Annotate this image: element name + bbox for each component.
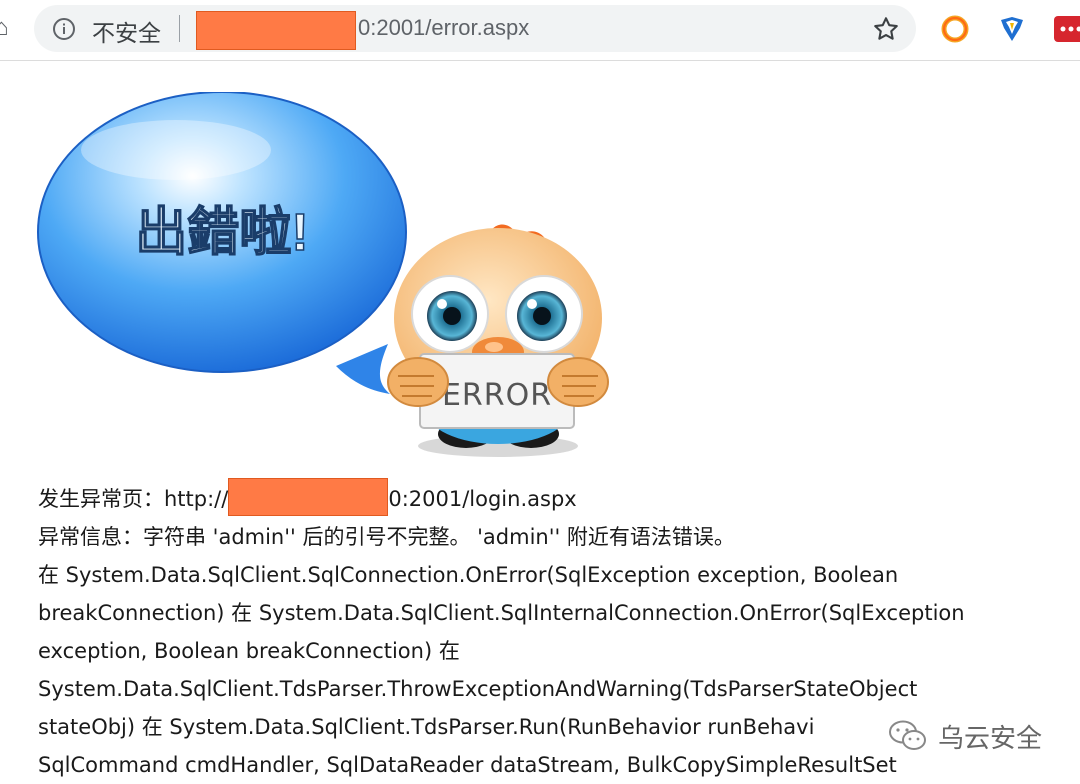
stack-trace-line: System.Data.SqlClient.TdsParser.ThrowExc…: [38, 670, 1068, 708]
info-icon[interactable]: [52, 17, 76, 41]
home-icon[interactable]: ⌂: [0, 14, 9, 42]
wechat-icon: [888, 719, 928, 753]
omnibox-divider: [179, 15, 180, 42]
error-message: 异常信息：字符串 'admin'' 后的引号不完整。 'admin'' 附近有语…: [38, 518, 1068, 556]
extension-ring-icon[interactable]: [940, 14, 970, 44]
watermark-text: 乌云安全: [938, 718, 1042, 755]
bookmark-star-icon[interactable]: [872, 15, 900, 43]
stack-trace-line: 在 System.Data.SqlClient.SqlConnection.On…: [38, 556, 1068, 594]
watermark: 乌云安全: [888, 716, 1042, 756]
stack-trace-line: exception, Boolean breakConnection) 在: [38, 632, 1068, 670]
security-status[interactable]: 不安全: [92, 14, 161, 48]
mascot: ERROR: [388, 225, 608, 458]
redacted-host: [196, 11, 356, 50]
extension-shield-icon[interactable]: [997, 14, 1027, 44]
extension-menu-icon[interactable]: [1052, 14, 1080, 44]
error-page-url: 0:2001/login.aspx: [388, 487, 576, 511]
speech-bubble: 出錯啦!: [38, 92, 406, 394]
address-bar[interactable]: 不安全 0:2001/error.aspx: [34, 5, 916, 52]
redacted-host: [228, 478, 388, 516]
stack-trace-line: breakConnection) 在 System.Data.SqlClient…: [38, 594, 1068, 632]
error-page-label: 发生异常页：http://: [38, 487, 228, 511]
bubble-text: 出錯啦!: [135, 204, 308, 262]
error-illustration: 出錯啦! ERROR: [36, 92, 616, 464]
error-page-line: 发生异常页：http:// 0:2001/login.aspx: [38, 478, 1068, 518]
sign-text: ERROR: [442, 378, 552, 413]
url-text[interactable]: 0:2001/error.aspx: [358, 15, 529, 41]
browser-toolbar: ⌂ 不安全 0:2001/error.aspx: [0, 0, 1080, 61]
